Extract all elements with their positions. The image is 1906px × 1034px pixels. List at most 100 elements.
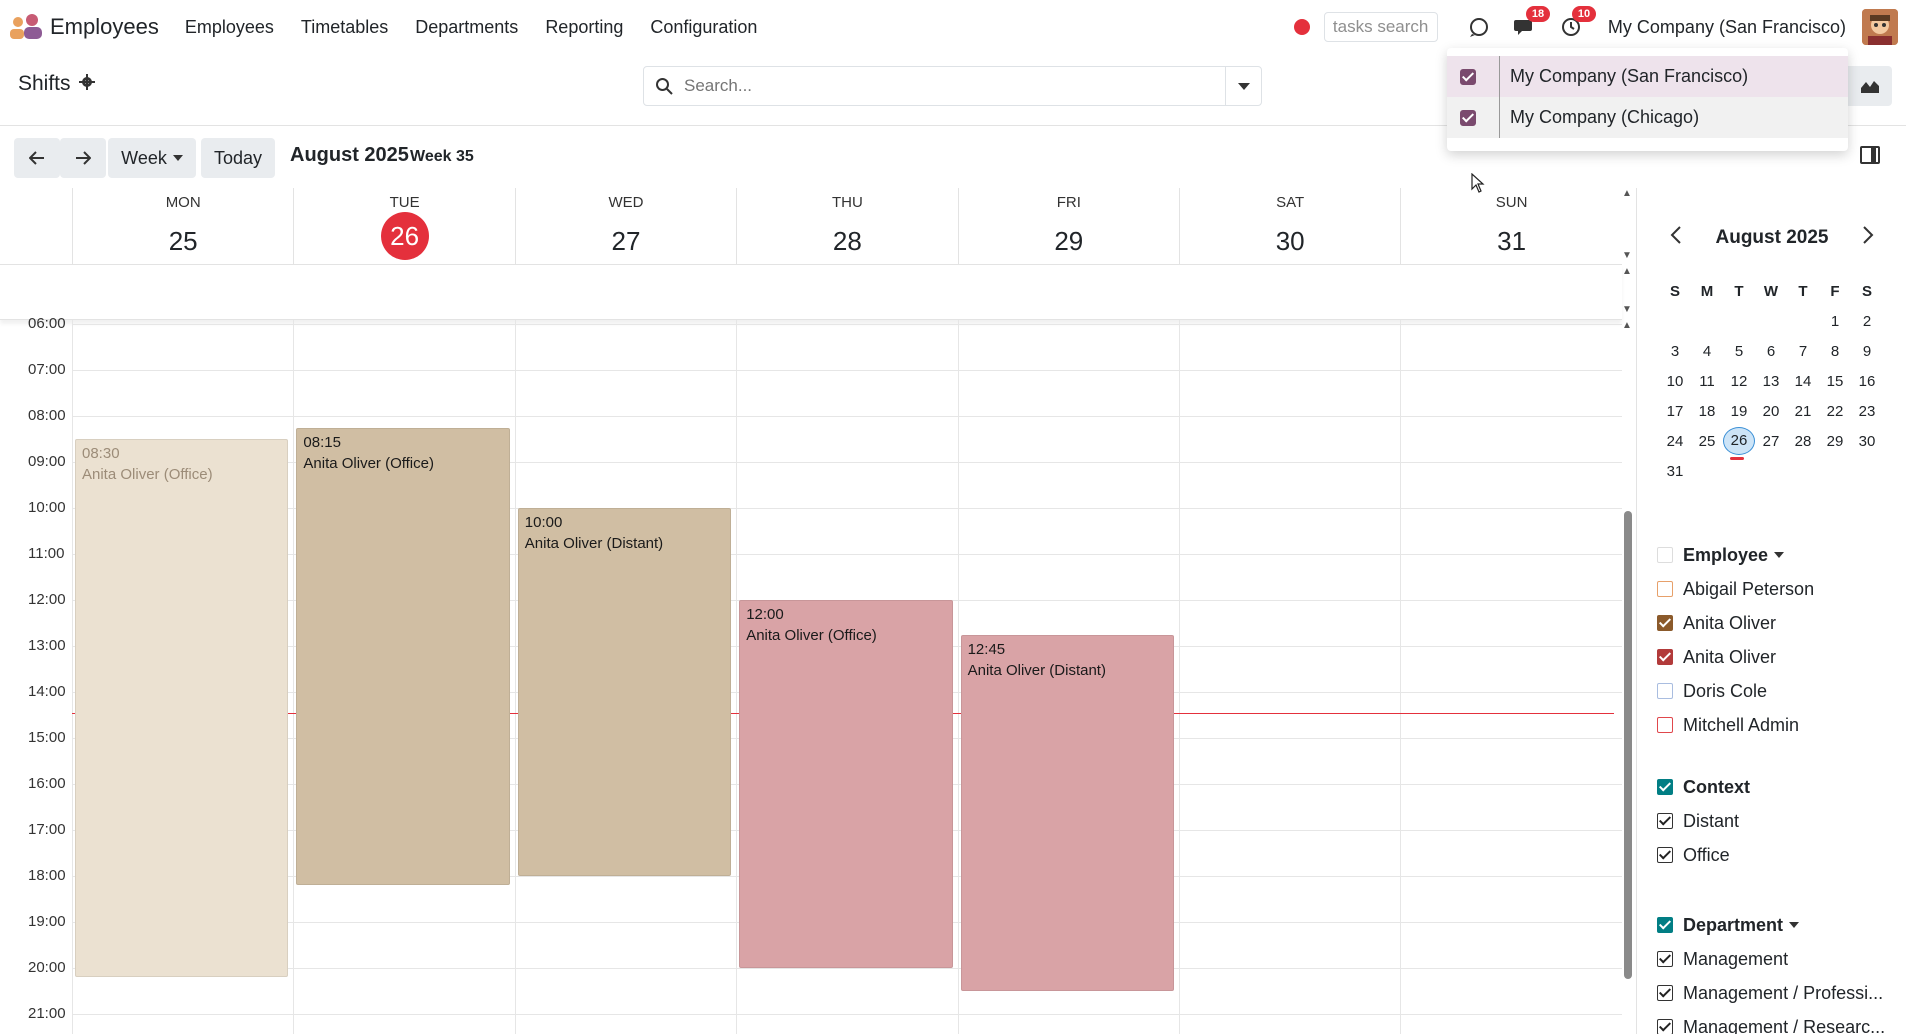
mini-calendar-day[interactable]: 27 <box>1755 433 1787 450</box>
checkbox-icon[interactable] <box>1657 813 1673 829</box>
scroll-up-icon[interactable]: ▲ <box>1622 320 1632 331</box>
mini-calendar-day[interactable]: 11 <box>1691 373 1723 390</box>
graph-view-button[interactable] <box>1848 66 1892 106</box>
checkbox-checked-icon[interactable] <box>1460 109 1476 126</box>
checkbox-icon[interactable] <box>1657 683 1673 699</box>
checkbox-icon[interactable] <box>1657 615 1673 631</box>
chevron-right-icon[interactable] <box>1862 226 1874 249</box>
mini-calendar-day[interactable]: 7 <box>1787 343 1819 360</box>
filter-title-row[interactable]: Employee <box>1657 538 1897 572</box>
all-day-row[interactable] <box>0 264 1622 320</box>
gear-icon[interactable] <box>78 73 95 95</box>
shift-event[interactable]: 12:00 Anita Oliver (Office) <box>739 600 953 968</box>
checkbox-checked-icon[interactable] <box>1460 68 1476 85</box>
checkbox-icon[interactable] <box>1657 547 1673 563</box>
mini-calendar-day[interactable]: 28 <box>1787 433 1819 450</box>
scroll-down-icon[interactable]: ▼ <box>1622 250 1632 261</box>
mini-calendar-day[interactable]: 4 <box>1691 343 1723 360</box>
mini-calendar-day[interactable]: 25 <box>1691 433 1723 450</box>
day-header-wed[interactable]: WED 27 <box>514 188 736 264</box>
day-header-thu[interactable]: THU 28 <box>736 188 957 264</box>
checkbox-icon[interactable] <box>1657 581 1673 597</box>
filter-item[interactable]: Management / Researc... <box>1657 1010 1897 1034</box>
company-option-san-francisco[interactable]: My Company (San Francisco) <box>1447 56 1848 97</box>
user-avatar[interactable] <box>1862 9 1898 45</box>
filter-item[interactable]: Mitchell Admin <box>1657 708 1897 742</box>
mini-calendar-day[interactable]: 26 <box>1723 427 1755 460</box>
checkbox-icon[interactable] <box>1657 717 1673 733</box>
today-button[interactable]: Today <box>201 138 275 178</box>
mini-calendar-day[interactable]: 5 <box>1723 343 1755 360</box>
filter-item[interactable]: Anita Oliver <box>1657 606 1897 640</box>
filter-item[interactable]: Anita Oliver <box>1657 640 1897 674</box>
mini-calendar-day[interactable]: 9 <box>1851 343 1883 360</box>
tasks-search-input[interactable]: tasks search <box>1323 12 1438 42</box>
mini-calendar-day[interactable]: 31 <box>1659 463 1691 480</box>
mini-calendar-day[interactable]: 30 <box>1851 433 1883 450</box>
time-grid[interactable]: 06:00 07:00 08:00 09:00 10:00 11:00 12:00 13:00… <box>0 315 1622 1034</box>
filter-item[interactable]: Office <box>1657 838 1897 872</box>
day-header-sun[interactable]: SUN 31 <box>1400 188 1621 264</box>
caret-down-icon[interactable] <box>1774 552 1785 558</box>
scale-dropdown-button[interactable]: Week <box>108 138 196 178</box>
mini-calendar-day[interactable]: 6 <box>1755 343 1787 360</box>
mini-calendar-day[interactable]: 1 <box>1819 313 1851 330</box>
checkbox-icon[interactable] <box>1657 1019 1673 1034</box>
mini-calendar-day[interactable]: 10 <box>1659 373 1691 390</box>
mini-calendar-day[interactable]: 18 <box>1691 403 1723 420</box>
shift-event[interactable]: 08:15 Anita Oliver (Office) <box>296 427 510 886</box>
checkbox-icon[interactable] <box>1657 985 1673 1001</box>
scroll-up-icon[interactable]: ▲ <box>1622 266 1632 277</box>
day-header-tue[interactable]: TUE 26 <box>293 188 514 264</box>
scroll-down-icon[interactable]: ▼ <box>1622 304 1632 315</box>
checkbox-icon[interactable] <box>1657 779 1673 795</box>
filter-title-row[interactable]: Department <box>1657 908 1897 942</box>
previous-period-button[interactable] <box>14 138 60 178</box>
filter-item[interactable]: Abigail Peterson <box>1657 572 1897 606</box>
mini-calendar-day[interactable]: 14 <box>1787 373 1819 390</box>
menu-reporting[interactable]: Reporting <box>545 17 623 38</box>
mini-calendar-day[interactable]: 3 <box>1659 343 1691 360</box>
day-header-sat[interactable]: SAT 30 <box>1179 188 1400 264</box>
menu-configuration[interactable]: Configuration <box>650 17 757 38</box>
checkbox-icon[interactable] <box>1657 951 1673 967</box>
mini-calendar-day[interactable]: 21 <box>1787 403 1819 420</box>
mini-calendar-day[interactable]: 16 <box>1851 373 1883 390</box>
mini-calendar-today[interactable]: 26 <box>1723 427 1755 460</box>
caret-down-icon[interactable] <box>1789 922 1800 928</box>
day-header-mon[interactable]: MON 25 <box>72 188 293 264</box>
day-header-fri[interactable]: FRI 29 <box>957 188 1179 264</box>
filter-item[interactable]: Management <box>1657 942 1897 976</box>
search-input[interactable] <box>684 76 1225 96</box>
shift-event[interactable]: 10:00 Anita Oliver (Distant) <box>517 508 732 876</box>
shift-event[interactable]: 08:30 Anita Oliver (Office) <box>75 439 289 978</box>
mini-calendar-day[interactable]: 19 <box>1723 403 1755 420</box>
menu-timetables[interactable]: Timetables <box>301 17 388 38</box>
checkbox-icon[interactable] <box>1657 649 1673 665</box>
company-switcher[interactable]: My Company (San Francisco) <box>1608 17 1846 38</box>
search-options-toggle[interactable] <box>1225 67 1261 105</box>
mini-calendar-day[interactable]: 8 <box>1819 343 1851 360</box>
filter-title-row[interactable]: Context <box>1657 770 1897 804</box>
mini-calendar-day[interactable]: 24 <box>1659 433 1691 450</box>
checkbox-icon[interactable] <box>1657 917 1673 933</box>
calendar-scrollbar[interactable] <box>1624 511 1632 979</box>
shift-event[interactable]: 12:45 Anita Oliver (Distant) <box>960 634 1174 991</box>
mini-calendar-day[interactable]: 17 <box>1659 403 1691 420</box>
employees-app-icon[interactable] <box>8 12 44 42</box>
mini-calendar-day[interactable]: 15 <box>1819 373 1851 390</box>
mini-calendar-day[interactable]: 22 <box>1819 403 1851 420</box>
next-period-button[interactable] <box>60 138 106 178</box>
chevron-left-icon[interactable] <box>1670 226 1682 249</box>
side-panel-toggle-icon[interactable] <box>1860 146 1880 164</box>
checkbox-icon[interactable] <box>1657 847 1673 863</box>
mini-calendar-day[interactable]: 2 <box>1851 313 1883 330</box>
mini-calendar-day[interactable]: 20 <box>1755 403 1787 420</box>
voip-phone-icon[interactable] <box>1464 12 1494 42</box>
mini-calendar-day[interactable]: 23 <box>1851 403 1883 420</box>
app-name[interactable]: Employees <box>50 14 159 40</box>
activity-clock-icon[interactable]: 10 <box>1556 6 1597 42</box>
mini-calendar-day[interactable]: 13 <box>1755 373 1787 390</box>
filter-item[interactable]: Management / Professi... <box>1657 976 1897 1010</box>
mini-calendar-day[interactable]: 29 <box>1819 433 1851 450</box>
